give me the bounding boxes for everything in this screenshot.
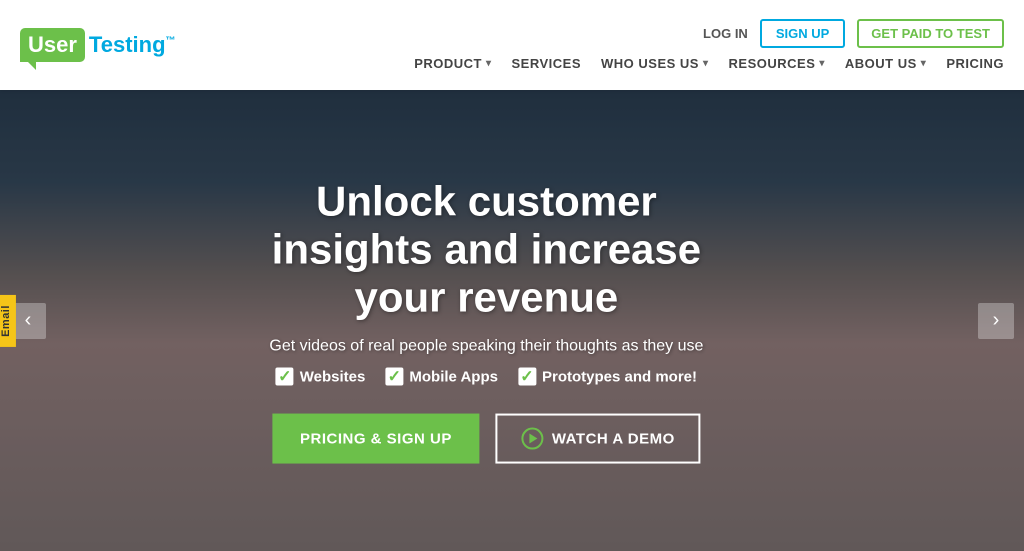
chevron-down-icon: ▾: [486, 58, 492, 69]
play-icon: [522, 428, 544, 450]
main-nav: PRODUCT ▾ SERVICES WHO USES US ▾ RESOURC…: [414, 56, 1004, 71]
check-icon: ✓: [385, 368, 403, 386]
chevron-down-icon: ▾: [703, 58, 709, 69]
header-top-nav: LOG IN SIGN UP GET PAID TO TEST: [703, 19, 1004, 48]
nav-pricing[interactable]: PRICING: [946, 56, 1004, 71]
nav-resources[interactable]: RESOURCES ▾: [729, 56, 825, 71]
nav-who-uses-us[interactable]: WHO USES US ▾: [601, 56, 709, 71]
signup-button[interactable]: SIGN UP: [760, 19, 845, 48]
hero-buttons: PRICING & SIGN UP WATCH A DEMO: [230, 414, 742, 464]
check-icon: ✓: [276, 368, 294, 386]
nav-product[interactable]: PRODUCT ▾: [414, 56, 491, 71]
login-button[interactable]: LOG IN: [703, 26, 748, 41]
nav-services[interactable]: SERVICES: [512, 56, 582, 71]
logo-user-text: User: [20, 28, 85, 62]
get-paid-button[interactable]: GET PAID TO TEST: [857, 19, 1004, 48]
carousel-next-button[interactable]: ›: [978, 303, 1014, 339]
hero-checkboxes: ✓ Websites ✓ Mobile Apps ✓ Prototypes an…: [230, 368, 742, 386]
checkbox-websites: ✓ Websites: [276, 368, 366, 386]
watch-demo-button[interactable]: WATCH A DEMO: [496, 414, 701, 464]
nav-about-us[interactable]: ABOUT US ▾: [845, 56, 926, 71]
header: User Testing™ LOG IN SIGN UP GET PAID TO…: [0, 0, 1024, 90]
header-right: LOG IN SIGN UP GET PAID TO TEST PRODUCT …: [414, 19, 1004, 71]
chevron-down-icon: ▾: [819, 58, 825, 69]
hero-subtitle: Get videos of real people speaking their…: [230, 338, 742, 356]
hero-section: Email ‹ Unlock customer insights and inc…: [0, 90, 1024, 551]
email-tab[interactable]: Email: [0, 295, 16, 347]
logo-testing-text: Testing™: [89, 32, 176, 58]
play-triangle-icon: [530, 434, 538, 444]
checkbox-prototypes: ✓ Prototypes and more!: [518, 368, 697, 386]
check-icon: ✓: [518, 368, 536, 386]
checkbox-mobile-apps: ✓ Mobile Apps: [385, 368, 498, 386]
chevron-down-icon: ▾: [921, 58, 927, 69]
hero-content: Unlock customer insights and increase yo…: [230, 177, 742, 464]
hero-title: Unlock customer insights and increase yo…: [230, 177, 742, 322]
logo[interactable]: User Testing™: [20, 28, 176, 62]
header-left: User Testing™: [20, 28, 176, 62]
pricing-signup-button[interactable]: PRICING & SIGN UP: [272, 414, 480, 464]
